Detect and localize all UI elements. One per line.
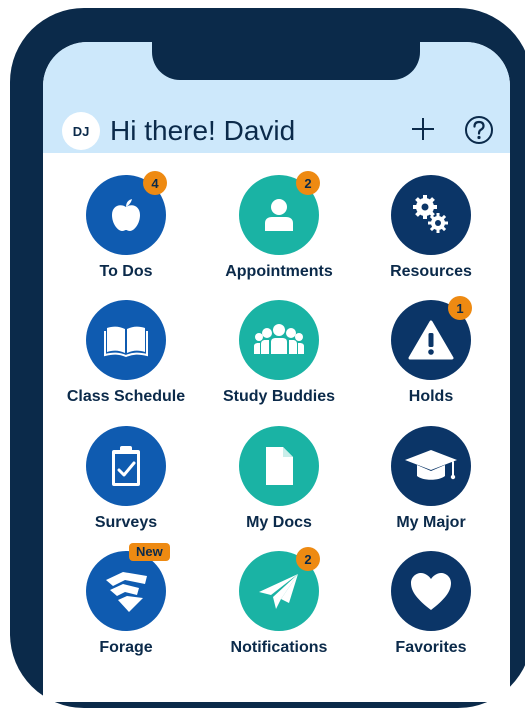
help-icon[interactable] [464,115,494,145]
tile-forage[interactable]: New Forage [51,543,201,671]
holds-badge: 1 [448,296,472,320]
tile-holds[interactable]: 1 Holds [356,296,506,420]
surveys-circle [86,426,166,506]
notifications-badge: 2 [296,547,320,571]
to-dos-label: To Dos [99,263,153,280]
book-icon [104,326,148,358]
my-major-circle [391,426,471,506]
tile-favorites[interactable]: Favorites [356,551,506,671]
my-docs-label: My Docs [246,514,312,531]
document-icon [266,447,293,485]
tile-notifications[interactable]: 2 Notifications [204,547,354,671]
apple-icon [112,199,140,231]
favorites-circle [391,551,471,631]
person-icon [265,199,293,231]
graduation-cap-icon [405,450,457,480]
greeting-title: Hi there! David [110,115,296,146]
class-schedule-label: Class Schedule [66,388,186,405]
clipboard-icon [112,446,140,486]
phone-frame: DJ Hi there! David 4 To Dos 2 Appointmen… [10,8,525,708]
appointments-badge: 2 [296,171,320,195]
forage-circle [86,551,166,631]
class-schedule-circle [86,300,166,380]
group-icon [254,324,304,354]
avatar[interactable]: DJ [62,112,100,150]
resources-label: Resources [390,263,472,280]
tile-resources[interactable]: Resources [356,175,506,295]
paper-plane-icon [259,574,298,609]
appointments-label: Appointments [225,263,333,280]
study-buddies-label: Study Buddies [222,388,335,405]
tile-to-dos[interactable]: 4 To Dos [51,171,201,295]
study-buddies-circle [239,300,319,380]
app-screen: DJ Hi there! David 4 To Dos 2 Appointmen… [43,42,510,702]
my-docs-circle [239,426,319,506]
forage-logo-icon [106,572,147,612]
surveys-label: Surveys [94,514,158,531]
tile-study-buddies[interactable]: Study Buddies [204,300,354,420]
resources-circle [391,175,471,255]
forage-new-badge: New [129,543,170,561]
warning-icon [408,320,454,360]
tile-my-docs[interactable]: My Docs [204,426,354,546]
tile-appointments[interactable]: 2 Appointments [204,171,354,295]
notifications-label: Notifications [230,639,328,656]
favorites-label: Favorites [395,639,467,656]
forage-label: Forage [99,639,153,656]
to-dos-badge: 4 [143,171,167,195]
tile-my-major[interactable]: My Major [356,426,506,546]
plus-icon[interactable] [410,116,436,142]
holds-label: Holds [408,388,454,405]
heart-icon [411,573,451,610]
my-major-label: My Major [396,514,466,531]
tile-surveys[interactable]: Surveys [51,426,201,546]
gears-icon [413,195,448,233]
phone-notch [152,38,420,80]
tile-class-schedule[interactable]: Class Schedule [51,300,201,420]
